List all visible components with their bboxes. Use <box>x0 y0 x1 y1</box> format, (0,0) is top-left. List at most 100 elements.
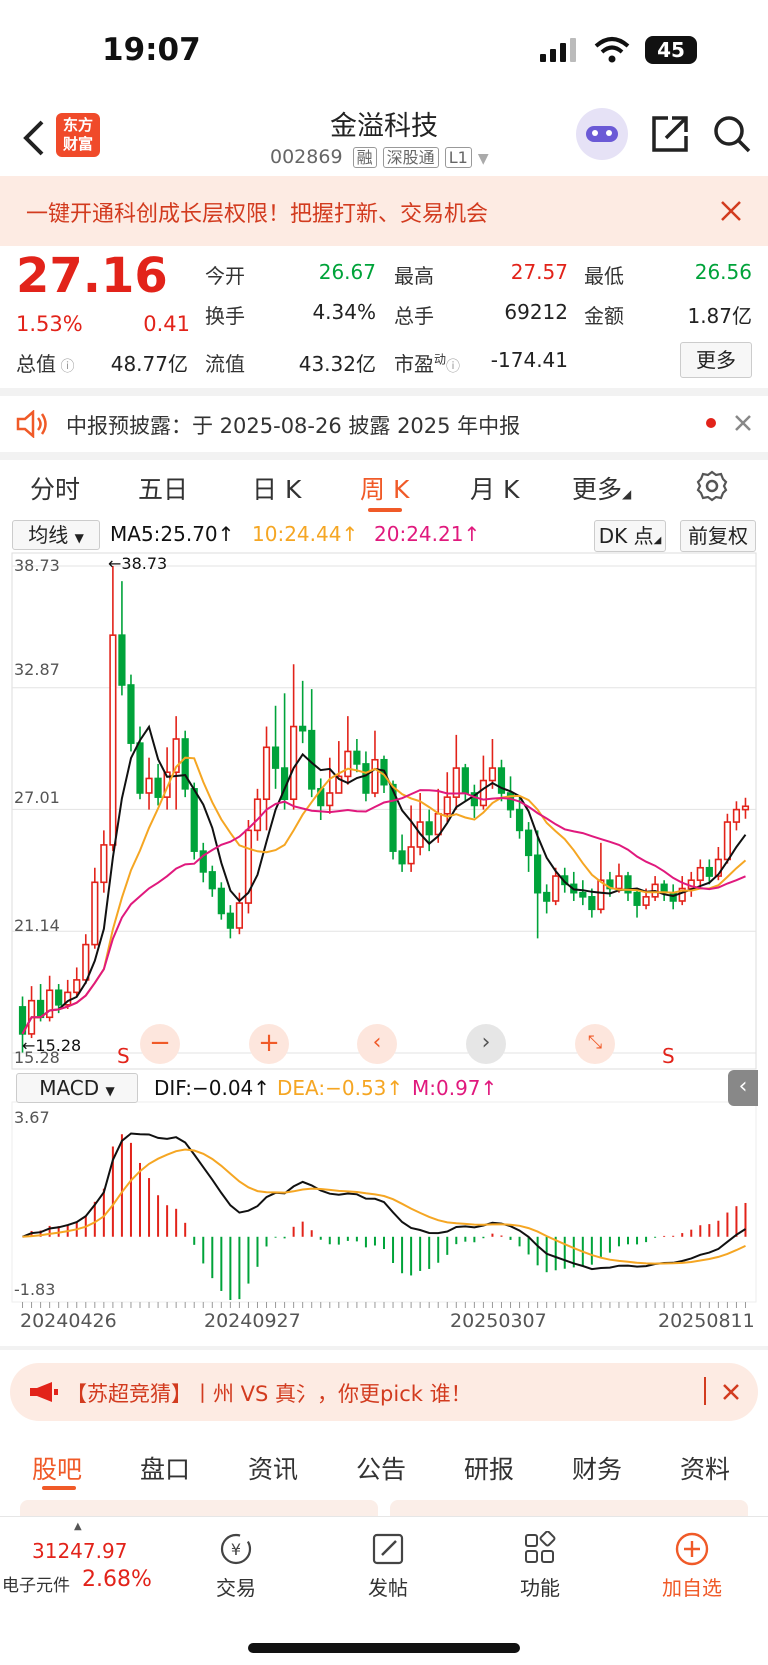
candle-body <box>190 788 198 852</box>
candle-body <box>488 767 497 782</box>
candle-body <box>633 891 641 906</box>
macd-bottom-label: -1.83 <box>14 1280 56 1299</box>
candle-body <box>461 767 469 794</box>
candle-body <box>235 902 244 929</box>
candle-body <box>479 779 488 807</box>
candle-body <box>443 796 451 815</box>
candle-body <box>407 846 415 865</box>
candle-body <box>723 821 732 861</box>
tab-financials[interactable]: 财务 <box>572 1450 622 1486</box>
y-tick-label: 21.14 <box>14 916 60 935</box>
candle-body <box>55 989 63 1006</box>
candle-body <box>543 891 551 902</box>
dif-value: DIF:−0.04↑ <box>154 1076 271 1100</box>
add-watchlist-button[interactable]: 加自选 <box>642 1531 742 1601</box>
trade-button[interactable]: ¥ 交易 <box>186 1531 286 1601</box>
collapse-panel-button[interactable]: ‹ <box>728 1070 758 1106</box>
macd-top-label: 3.67 <box>14 1108 50 1127</box>
kline-frame <box>11 552 757 1070</box>
zoom-out-button[interactable]: − <box>140 1024 180 1064</box>
caret-up-icon: ▲ <box>74 1521 82 1532</box>
close-icon[interactable] <box>722 1383 740 1401</box>
candle-body <box>217 887 225 915</box>
candle-body <box>326 792 334 807</box>
y-tick-label: 27.01 <box>14 788 60 807</box>
ma5-line <box>21 724 747 1035</box>
candle-body <box>371 758 379 794</box>
tab-indicator <box>42 1486 76 1490</box>
candle-body <box>271 746 280 769</box>
min-price-label: ←15.28 <box>22 1036 82 1055</box>
sector-pct: 2.68% <box>82 1567 152 1592</box>
x-date-label: 20240927 <box>204 1310 301 1332</box>
functions-button[interactable]: 功能 <box>490 1530 590 1601</box>
tab-profile[interactable]: 资料 <box>680 1450 730 1486</box>
sell-marker: S <box>117 1044 130 1068</box>
candle-body <box>344 750 352 778</box>
candle-body <box>579 891 587 898</box>
fullscreen-button[interactable]: ⤡ <box>575 1024 615 1064</box>
candle-body <box>226 912 234 929</box>
candle-body <box>262 746 271 801</box>
candle-body <box>642 896 650 906</box>
candle-body <box>136 742 144 794</box>
content-tabs: 股吧 盘口 资讯 公告 研报 财务 资料 <box>0 1436 768 1496</box>
candle-body <box>145 777 153 794</box>
plus-circle-icon <box>675 1532 709 1566</box>
tab-forum[interactable]: 股吧 <box>32 1450 82 1486</box>
candle-body <box>154 777 162 798</box>
add-watchlist-label: 加自选 <box>662 1576 722 1600</box>
y-tick-label: 32.87 <box>14 660 60 679</box>
candle-body <box>299 725 307 732</box>
macd-select[interactable]: MACD ▼ <box>16 1073 138 1103</box>
candle-body <box>127 684 135 744</box>
functions-label: 功能 <box>520 1576 560 1600</box>
candle-body <box>91 881 99 946</box>
sector-name[interactable]: 电子元件 <box>2 1571 70 1596</box>
max-price-label: ←38.73 <box>108 554 168 573</box>
candle-body <box>362 763 370 794</box>
candle-body <box>534 854 542 894</box>
kline-chart[interactable] <box>0 0 768 1340</box>
candle-body <box>741 805 750 811</box>
candle-body <box>515 808 524 832</box>
candle-body <box>615 875 623 890</box>
post-button[interactable]: 发帖 <box>338 1531 438 1601</box>
candle-body <box>73 979 81 994</box>
candle-body <box>100 844 108 884</box>
x-date-label: 20250307 <box>450 1310 547 1332</box>
candle-body <box>82 943 90 981</box>
candle-body <box>290 725 298 801</box>
sell-marker: S <box>662 1044 675 1068</box>
candle-body <box>398 850 406 865</box>
candle-body <box>208 871 216 890</box>
zoom-in-button[interactable]: + <box>249 1024 289 1064</box>
tab-news[interactable]: 资讯 <box>248 1450 298 1486</box>
megaphone-icon <box>30 1382 58 1402</box>
edit-icon <box>372 1533 404 1565</box>
x-date-label: 20240426 <box>20 1310 117 1332</box>
pill-divider <box>704 1377 706 1405</box>
candle-body <box>705 866 713 877</box>
card-stub <box>390 1500 748 1516</box>
candle-body <box>524 829 533 857</box>
divider <box>0 1346 768 1350</box>
promo-pill[interactable]: 【苏超竞猜】丨州 VS 真氵，你更pick 谁！ <box>10 1363 758 1421</box>
svg-text:¥: ¥ <box>231 1540 241 1559</box>
tab-announcements[interactable]: 公告 <box>356 1450 406 1486</box>
candle-body <box>46 989 54 1019</box>
tab-order-book[interactable]: 盘口 <box>140 1450 190 1486</box>
scroll-right-button[interactable]: › <box>466 1024 506 1064</box>
x-date-label: 20250811 <box>658 1310 755 1332</box>
scroll-left-button[interactable]: ‹ <box>357 1024 397 1064</box>
trade-label: 交易 <box>216 1576 256 1600</box>
sector-index-value[interactable]: 31247.97 <box>32 1539 127 1563</box>
candle-body <box>434 812 442 836</box>
candle-body <box>353 750 361 765</box>
candle-body <box>597 879 605 911</box>
card-stub <box>20 1500 378 1516</box>
candle-body <box>109 634 117 846</box>
tab-research[interactable]: 研报 <box>464 1450 514 1486</box>
candle-body <box>118 634 126 686</box>
candle-body <box>425 821 433 836</box>
